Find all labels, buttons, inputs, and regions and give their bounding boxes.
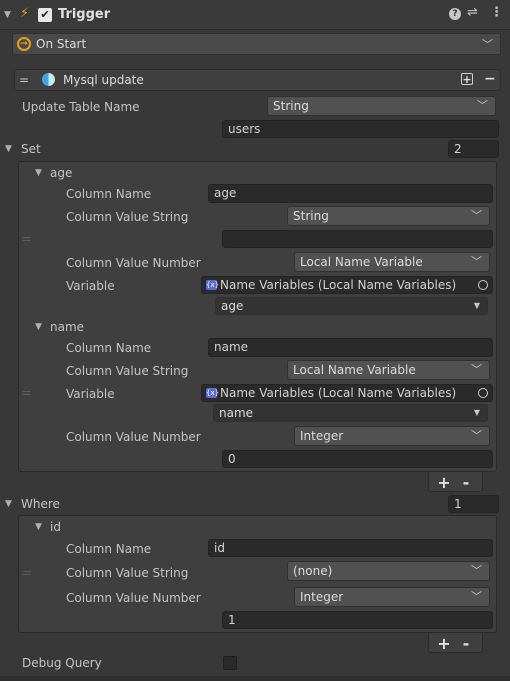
set-item-age-value-string-field[interactable] (222, 230, 493, 248)
bottom-divider (0, 676, 510, 681)
chevron-down-icon: ﹀ (477, 99, 488, 112)
variables-icon: {x} (206, 280, 220, 290)
where-item-id-value-number-type: Integer (300, 590, 344, 604)
set-item-name-variable-source: Name Variables (Local Name Variables) (220, 386, 457, 400)
set-item-name-variable-label: Variable (66, 387, 115, 401)
set-item-name-foldout-icon[interactable]: ▼ (35, 322, 42, 332)
chevron-down-icon: ﹀ (471, 429, 482, 442)
set-item-name-column-name-label: Column Name (66, 341, 152, 355)
chevron-down-icon: ﹀ (471, 209, 482, 222)
where-item-id-value-string-dropdown[interactable]: (none) ﹀ (287, 561, 490, 581)
set-count-field[interactable]: 2 (448, 140, 499, 158)
set-item-name-column-name-field[interactable]: name (208, 338, 493, 357)
set-item-name-variable-name-dropdown[interactable]: name ▼ (213, 404, 488, 422)
caret-down-icon: ▼ (473, 301, 480, 310)
where-remove-button[interactable]: - (459, 634, 473, 653)
set-item-name-value-string-type: Local Name Variable (293, 363, 416, 377)
set-item-name-value-number-dropdown[interactable]: Integer ﹀ (294, 426, 490, 446)
where-item-id-foldout-icon[interactable]: ▼ (35, 522, 42, 532)
set-item-name-value-number-type: Integer (300, 429, 344, 443)
set-label: Set (21, 142, 41, 156)
set-item-age-value-string-type: String (293, 209, 329, 223)
set-remove-button[interactable]: - (459, 473, 473, 492)
foldout-arrow-icon[interactable]: ▼ (4, 10, 11, 20)
set-item-age-value-number-type: Local Name Variable (300, 255, 423, 269)
set-item-age-value-number-label: Column Value Number (66, 256, 201, 270)
set-item-name-variable-source-field[interactable]: {x} Name Variables (Local Name Variables… (201, 384, 493, 402)
drag-handle-icon[interactable]: = (19, 72, 29, 88)
set-item-age-variable-source-field[interactable]: {x} Name Variables (Local Name Variables… (201, 276, 493, 294)
set-item-age-value-number-dropdown[interactable]: Local Name Variable ﹀ (294, 252, 490, 272)
set-item-age-variable-name: age (221, 299, 244, 313)
where-label: Where (21, 497, 60, 511)
enabled-checkbox[interactable]: ✔ (38, 8, 52, 22)
set-foldout-arrow-icon[interactable]: ▼ (5, 144, 12, 154)
action-icon (42, 73, 55, 86)
set-item-age-variable-label: Variable (66, 279, 115, 293)
where-add-button[interactable]: + (437, 634, 451, 653)
set-item-age-value-string-dropdown[interactable]: String ﹀ (287, 206, 490, 226)
variables-icon: {x} (206, 388, 220, 398)
where-foldout-arrow-icon[interactable]: ▼ (5, 499, 12, 509)
set-item-name-value-string-label: Column Value String (66, 364, 189, 378)
update-table-value-field[interactable]: users (222, 120, 499, 138)
event-dropdown[interactable]: → On Start ﹀ (12, 33, 501, 55)
set-item-name-value-number-field[interactable]: 0 (222, 450, 493, 468)
set-item-name-value-string-dropdown[interactable]: Local Name Variable ﹀ (287, 360, 490, 380)
lightning-icon: ⚡ (20, 6, 30, 21)
help-icon[interactable]: ? (449, 8, 461, 20)
presets-icon[interactable]: ⇌ (467, 5, 478, 20)
set-add-button[interactable]: + (437, 473, 451, 492)
set-item-age-value-string-label: Column Value String (66, 210, 189, 224)
chevron-down-icon: ﹀ (471, 590, 482, 603)
where-item-id-value-number-dropdown[interactable]: Integer ﹀ (294, 587, 490, 607)
action-title: Mysql update (63, 73, 144, 87)
where-count-field[interactable]: 1 (448, 495, 499, 513)
collapse-button[interactable]: − (484, 71, 496, 87)
update-table-label: Update Table Name (22, 100, 140, 114)
drag-handle[interactable] (23, 237, 31, 241)
set-item-age-foldout-icon[interactable]: ▼ (35, 168, 42, 178)
where-item-id-value-number-label: Column Value Number (66, 591, 201, 605)
kebab-menu-icon[interactable]: ⋮ (490, 5, 503, 20)
chevron-down-icon: ﹀ (471, 564, 482, 577)
event-icon: → (17, 37, 31, 51)
target-picker-icon[interactable] (478, 388, 488, 398)
set-item-age-column-name-label: Column Name (66, 187, 152, 201)
drag-handle[interactable] (23, 571, 31, 575)
debug-query-label: Debug Query (22, 656, 102, 670)
caret-down-icon: ▼ (473, 408, 480, 417)
set-item-name-variable-name: name (219, 406, 254, 420)
debug-query-checkbox[interactable] (223, 656, 237, 670)
set-item-age-variable-source: Name Variables (Local Name Variables) (220, 278, 457, 292)
event-label: On Start (36, 37, 87, 51)
target-picker-icon[interactable] (478, 280, 488, 290)
set-item-age-title: age (50, 166, 73, 180)
chevron-down-icon: ﹀ (471, 363, 482, 376)
drag-handle[interactable] (23, 391, 31, 395)
where-item-id-value-number-field[interactable]: 1 (222, 611, 493, 629)
chevron-down-icon: ﹀ (471, 255, 482, 268)
where-item-id-column-name-label: Column Name (66, 542, 152, 556)
set-item-name-value-number-label: Column Value Number (66, 430, 201, 444)
where-item-id-value-string-type: (none) (293, 564, 333, 578)
set-item-age-variable-name-dropdown[interactable]: age ▼ (215, 297, 488, 315)
set-item-age-column-name-field[interactable]: age (208, 184, 493, 203)
update-table-type-dropdown[interactable]: String ﹀ (267, 96, 496, 116)
where-item-id-column-name-field[interactable]: id (208, 539, 493, 557)
where-item-id-value-string-label: Column Value String (66, 566, 189, 580)
expand-box-icon[interactable]: + (461, 73, 473, 85)
set-item-name-title: name (50, 320, 85, 334)
chevron-down-icon: ﹀ (482, 38, 493, 51)
where-item-id-title: id (50, 520, 61, 534)
update-table-type-value: String (273, 99, 309, 113)
header-title: Trigger (58, 7, 111, 22)
